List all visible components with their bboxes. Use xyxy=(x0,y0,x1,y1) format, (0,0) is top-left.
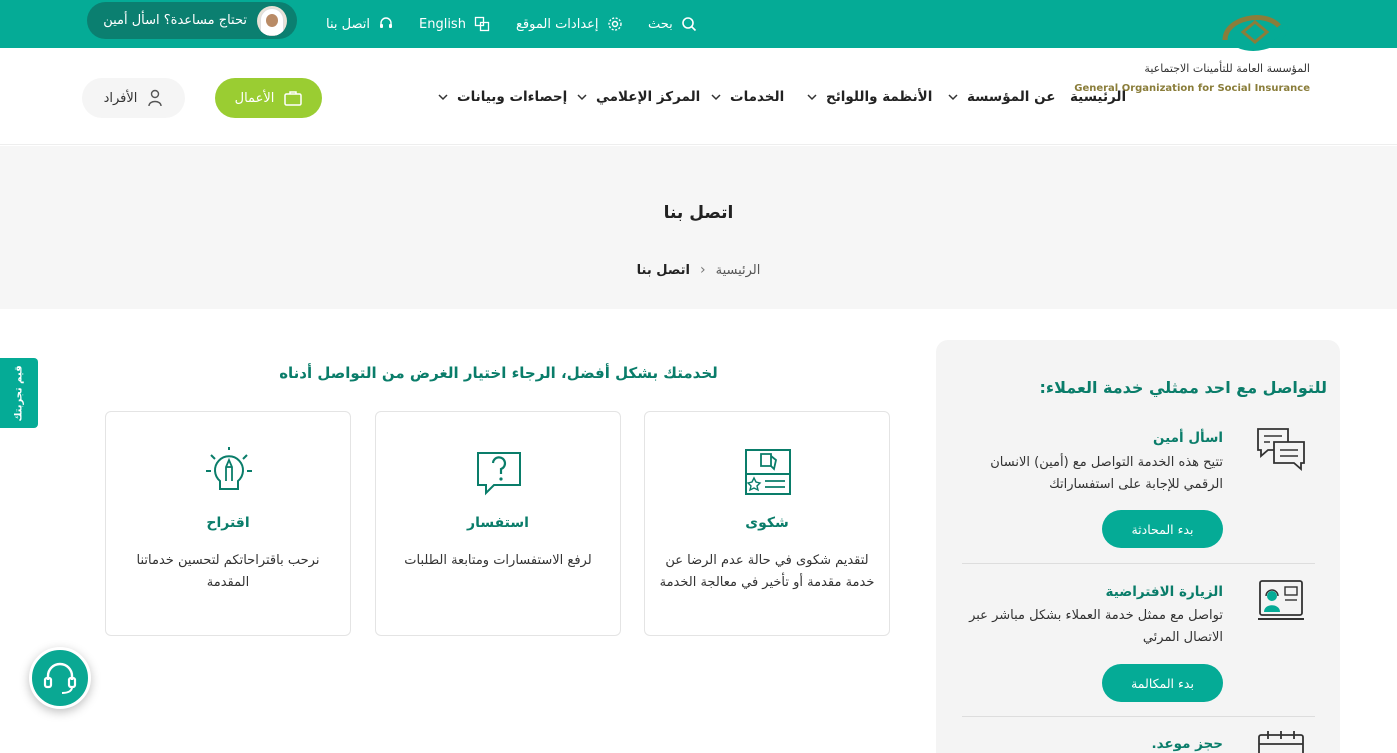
ask-ameen-service-description: تتيح هذه الخدمة التواصل مع (أمين) الانسا… xyxy=(990,455,1223,492)
ameen-avatar xyxy=(257,5,287,36)
breadcrumb-separator-icon: ‹ xyxy=(699,262,706,278)
logo-arabic-text: المؤسسة العامة للتأمينات الاجتماعية xyxy=(1144,62,1310,75)
breadcrumb-home[interactable]: الرئيسية xyxy=(716,263,761,278)
panel-divider xyxy=(962,563,1315,564)
nav-statistics[interactable]: إحصاءات وبيانات xyxy=(437,48,567,145)
nav-about[interactable]: عن المؤسسة xyxy=(947,48,1055,145)
gear-icon xyxy=(607,17,622,31)
chat-bubbles-icon xyxy=(1257,428,1305,471)
complaint-description: لتقديم شكوى في حالة عدم الرضا عن خدمة مق… xyxy=(659,553,875,590)
chevron-down-icon xyxy=(948,93,958,100)
language-label: English xyxy=(419,16,466,32)
chevron-down-icon xyxy=(438,93,448,100)
nav-about-label: عن المؤسسة xyxy=(967,88,1056,105)
gosi-logo[interactable]: المؤسسة العامة للتأمينات الاجتماعية Gene… xyxy=(1074,8,1355,94)
inquiry-card[interactable]: استفسار لرفع الاستفسارات ومتابعة الطلبات xyxy=(375,411,621,636)
suggestion-description: نرحب باقتراحاتكم لتحسين خدماتنا المقدمة xyxy=(136,553,320,590)
contact-link[interactable]: اتصل بنا xyxy=(326,0,394,48)
complaint-card[interactable]: شكوى لتقديم شكوى في حالة عدم الرضا عن خد… xyxy=(644,411,890,636)
ask-ameen-button[interactable]: تحتاج مساعدة؟ اسأل أمين xyxy=(87,2,297,39)
business-button[interactable]: الأعمال xyxy=(215,78,322,118)
complaint-icon xyxy=(745,449,791,495)
virtual-visit-description: تواصل مع ممثل خدمة العملاء بشكل مباشر عب… xyxy=(969,608,1223,645)
inquiry-title: استفسار xyxy=(467,515,529,531)
ask-ameen-service-title: اسأل أمين xyxy=(1152,430,1223,446)
ask-ameen-label: تحتاج مساعدة؟ اسأل أمين xyxy=(103,13,247,28)
calendar-icon xyxy=(1258,731,1304,753)
page-header xyxy=(0,146,1397,309)
nav-media-center[interactable]: المركز الإعلامي xyxy=(576,48,700,145)
nav-services[interactable]: الخدمات xyxy=(710,48,784,145)
nav-regulations[interactable]: الأنظمة واللوائح xyxy=(806,48,932,145)
complaint-title: شكوى xyxy=(745,515,789,531)
support-chat-button[interactable] xyxy=(29,647,91,709)
site-settings-label: إعدادات الموقع xyxy=(516,16,599,32)
contact-label: اتصل بنا xyxy=(326,16,370,32)
feedback-tab-label: قيم تجربتك xyxy=(13,364,25,422)
inquiry-icon xyxy=(477,452,521,496)
suggestion-title: اقتراح xyxy=(206,515,250,531)
search-link[interactable]: بحث xyxy=(648,0,697,48)
video-call-agent-icon xyxy=(1258,580,1304,620)
virtual-visit-title: الزيارة الافتراضية xyxy=(1105,584,1223,600)
search-label: بحث xyxy=(648,16,673,32)
nav-services-label: الخدمات xyxy=(730,88,785,105)
suggestion-icon xyxy=(206,447,252,490)
nav-home[interactable]: الرئيسية xyxy=(1070,48,1126,145)
business-label: الأعمال xyxy=(234,90,275,106)
feedback-side-tab[interactable]: قيم تجربتك xyxy=(0,358,38,428)
language-icon xyxy=(474,16,490,32)
suggestion-card[interactable]: اقتراح نرحب باقتراحاتكم لتحسين خدماتنا ا… xyxy=(105,411,351,636)
individuals-button[interactable]: الأفراد xyxy=(82,78,185,118)
start-chat-button[interactable]: بدء المحادثة xyxy=(1102,510,1223,548)
customer-service-title: للتواصل مع احد ممثلي خدمة العملاء: xyxy=(1039,378,1327,397)
contact-intro: لخدمتك بشكل أفضل، الرجاء اختيار الغرض من… xyxy=(279,364,718,382)
nav-media-center-label: المركز الإعلامي xyxy=(596,88,701,105)
language-switch[interactable]: English xyxy=(419,0,490,48)
user-icon xyxy=(148,89,163,107)
page-title: اتصل بنا xyxy=(663,203,734,223)
breadcrumb-current: اتصل بنا xyxy=(636,262,690,278)
chevron-down-icon xyxy=(807,93,817,100)
logo-emblem-icon xyxy=(1222,15,1288,51)
inquiry-description: لرفع الاستفسارات ومتابعة الطلبات xyxy=(404,553,592,568)
headset-icon xyxy=(43,662,77,694)
chevron-down-icon xyxy=(711,93,721,100)
breadcrumb: الرئيسية ‹ اتصل بنا xyxy=(0,262,1397,278)
nav-regulations-label: الأنظمة واللوائح xyxy=(826,88,933,105)
site-settings-link[interactable]: إعدادات الموقع xyxy=(516,0,623,48)
nav-home-label: الرئيسية xyxy=(1070,88,1127,105)
chevron-down-icon xyxy=(577,93,587,100)
individuals-label: الأفراد xyxy=(103,90,138,106)
briefcase-icon xyxy=(284,91,303,106)
headset-icon xyxy=(379,17,392,28)
panel-divider xyxy=(962,716,1315,717)
search-icon xyxy=(681,17,696,32)
book-appointment-title: حجز موعد. xyxy=(1151,736,1223,752)
start-call-button[interactable]: بدء المكالمة xyxy=(1102,664,1223,702)
nav-statistics-label: إحصاءات وبيانات xyxy=(457,88,568,105)
